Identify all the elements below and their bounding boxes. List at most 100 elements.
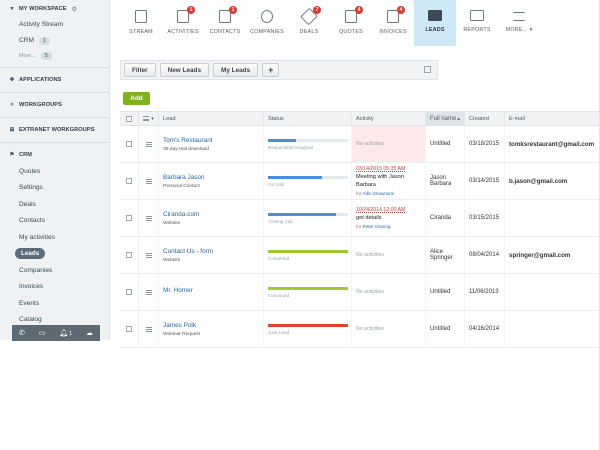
column-header-created[interactable]: Created (465, 112, 505, 125)
sidebar-item-label: More... (19, 53, 36, 59)
row-menu-icon[interactable] (145, 215, 152, 221)
email-cell[interactable]: springer@gmail.com (505, 237, 600, 273)
activity-title[interactable]: Meeting with Jason Barbara (356, 174, 425, 189)
status-progress-bar[interactable] (268, 249, 348, 253)
select-all-checkbox[interactable] (120, 112, 139, 125)
sidebar-section-crm[interactable]: ⚑ CRM (0, 147, 109, 163)
status-progress-bar[interactable] (268, 323, 348, 327)
lead-name-link[interactable]: James Polk (163, 322, 263, 329)
column-settings[interactable]: ▾ (139, 112, 159, 125)
new-leads-filter-button[interactable]: New Leads (159, 63, 210, 77)
sidebar-item-leads[interactable]: Leads (0, 246, 109, 263)
row-menu-cell (139, 274, 159, 310)
my-leads-filter-button[interactable]: My Leads (213, 63, 259, 77)
responsible-link[interactable]: Peter Glosing (363, 224, 391, 229)
row-menu-icon[interactable] (145, 141, 152, 147)
sidebar-item-more[interactable]: More... 5 (0, 49, 109, 63)
sidebar-item-settings[interactable]: Settings (0, 180, 109, 197)
menu-icon[interactable] (143, 116, 150, 121)
row-menu-icon[interactable] (145, 252, 152, 258)
nav-quotes[interactable]: 4 QUOTES (330, 0, 372, 46)
nav-label: DEALS (299, 29, 319, 35)
lead-name-link[interactable]: Barbara Jason (163, 174, 263, 181)
table-row[interactable]: Tom's Restaurant 30-day-trial download Res… (120, 126, 600, 163)
sidebar-section-my-workspace[interactable]: ▾ MY WORKSPACE ⚙ (0, 2, 109, 16)
checkbox[interactable] (126, 115, 132, 122)
cloud-icon[interactable]: ☁ (86, 329, 93, 337)
column-header-email[interactable]: E-mail (505, 112, 600, 125)
nav-more[interactable]: MORE... ▾ (498, 0, 540, 46)
email-cell[interactable] (505, 200, 600, 236)
lead-name-link[interactable]: Tom's Restaurant (163, 137, 263, 144)
sidebar-section-workgroups[interactable]: < WORKGROUPS (0, 97, 109, 113)
row-menu-icon[interactable] (145, 326, 152, 332)
row-menu-icon[interactable] (145, 178, 152, 184)
column-header-fullname[interactable]: Full name ▴ (426, 112, 465, 125)
gear-icon[interactable]: ⚙ (72, 6, 77, 13)
nav-invoices[interactable]: 4 INVOICES (372, 0, 414, 46)
sidebar-item-my-activities[interactable]: My activities (0, 229, 109, 246)
email-cell[interactable] (505, 274, 600, 310)
add-lead-button[interactable]: Add (123, 92, 150, 105)
sidebar-item-invoices[interactable]: Invoices (0, 279, 109, 296)
row-checkbox[interactable] (126, 326, 132, 332)
email-cell[interactable]: b.jason@gmail.com (505, 163, 600, 199)
nav-stream[interactable]: STREAM (120, 0, 162, 46)
nav-reports[interactable]: REPORTS (456, 0, 498, 46)
lead-name-link[interactable]: Ciranda.com (163, 211, 263, 218)
sidebar-item-events[interactable]: Events (0, 295, 109, 312)
sidebar-item-contacts[interactable]: Contacts (0, 213, 109, 230)
count-badge: 5 (40, 52, 52, 60)
sidebar-item-companies[interactable]: Companies (0, 262, 109, 279)
sidebar-section-applications[interactable]: ✥ APPLICATIONS (0, 72, 109, 88)
email-cell[interactable]: tomksrestaurant@gmail.com (505, 126, 600, 162)
table-row[interactable]: Barbara Jason Personal Contact On hold 03/1… (120, 163, 600, 200)
status-progress-bar[interactable] (268, 138, 348, 142)
chevron-down-icon: ▾ (10, 6, 14, 12)
row-checkbox[interactable] (126, 289, 132, 295)
sidebar-item-label: Quotes (19, 167, 41, 175)
sidebar-item-activity-stream[interactable]: Activity Stream (0, 16, 109, 33)
lead-name-link[interactable]: Mr. Homer (163, 287, 263, 294)
responsible-link[interactable]: Adin Showmick (362, 191, 393, 196)
nav-contacts[interactable]: 1 CONTACTS (204, 0, 246, 46)
sidebar-item-crm[interactable]: CRM 1 (0, 33, 109, 50)
collapse-toolbar-icon[interactable] (424, 66, 431, 73)
phone-icon[interactable]: ✆ (19, 329, 25, 337)
status-progress-bar[interactable] (268, 286, 348, 290)
activity-title[interactable]: get details (356, 215, 425, 223)
lead-name-link[interactable]: Contact Us - form (163, 248, 263, 255)
table-row[interactable]: Contact Us - form Website Converted No acti… (120, 237, 600, 274)
add-filter-button[interactable]: + (262, 63, 280, 77)
table-row[interactable]: James Polk Webinar Request Junk Lead No act… (120, 311, 600, 348)
column-header-lead[interactable]: Lead (159, 112, 264, 125)
row-checkbox[interactable] (126, 215, 132, 221)
status-progress-fill (268, 212, 336, 216)
column-header-activity[interactable]: Activity (352, 112, 426, 125)
email-cell[interactable] (505, 311, 600, 347)
lead-cell: James Polk Webinar Request (159, 311, 264, 347)
nav-companies[interactable]: COMPANIES (246, 0, 288, 46)
status-progress-fill (268, 138, 296, 142)
column-header-status[interactable]: Status (264, 112, 352, 125)
sidebar-item-label: Activity Stream (19, 20, 63, 28)
sidebar-item-deals[interactable]: Deals (0, 196, 109, 213)
filter-button[interactable]: Filter (124, 63, 156, 77)
row-checkbox[interactable] (126, 178, 132, 184)
row-menu-icon[interactable] (145, 289, 152, 295)
row-checkbox[interactable] (126, 141, 132, 147)
chat-icon[interactable]: ▭ (39, 329, 46, 337)
divider (0, 142, 109, 143)
nav-leads[interactable]: LEADS (414, 0, 456, 46)
sidebar-item-quotes[interactable]: Quotes (0, 163, 109, 180)
status-progress-bar[interactable] (268, 212, 348, 216)
row-checkbox[interactable] (126, 252, 132, 258)
status-progress-bar[interactable] (268, 175, 348, 179)
table-row[interactable]: Mr. Homer Converted No activities Untitled 1… (120, 274, 600, 311)
nav-activities[interactable]: 1 ACTIVITIES (162, 0, 204, 46)
created-cell: 03/14/2015 (465, 163, 505, 199)
sidebar-section-extranet[interactable]: ⊞ EXTRANET WORKGROUPS (0, 122, 109, 138)
nav-deals[interactable]: 7 DEALS (288, 0, 330, 46)
notification-icon[interactable]: 🔔︎1 (59, 329, 72, 337)
table-row[interactable]: Ciranda.com Website Closing Call 10/24/2014… (120, 200, 600, 237)
